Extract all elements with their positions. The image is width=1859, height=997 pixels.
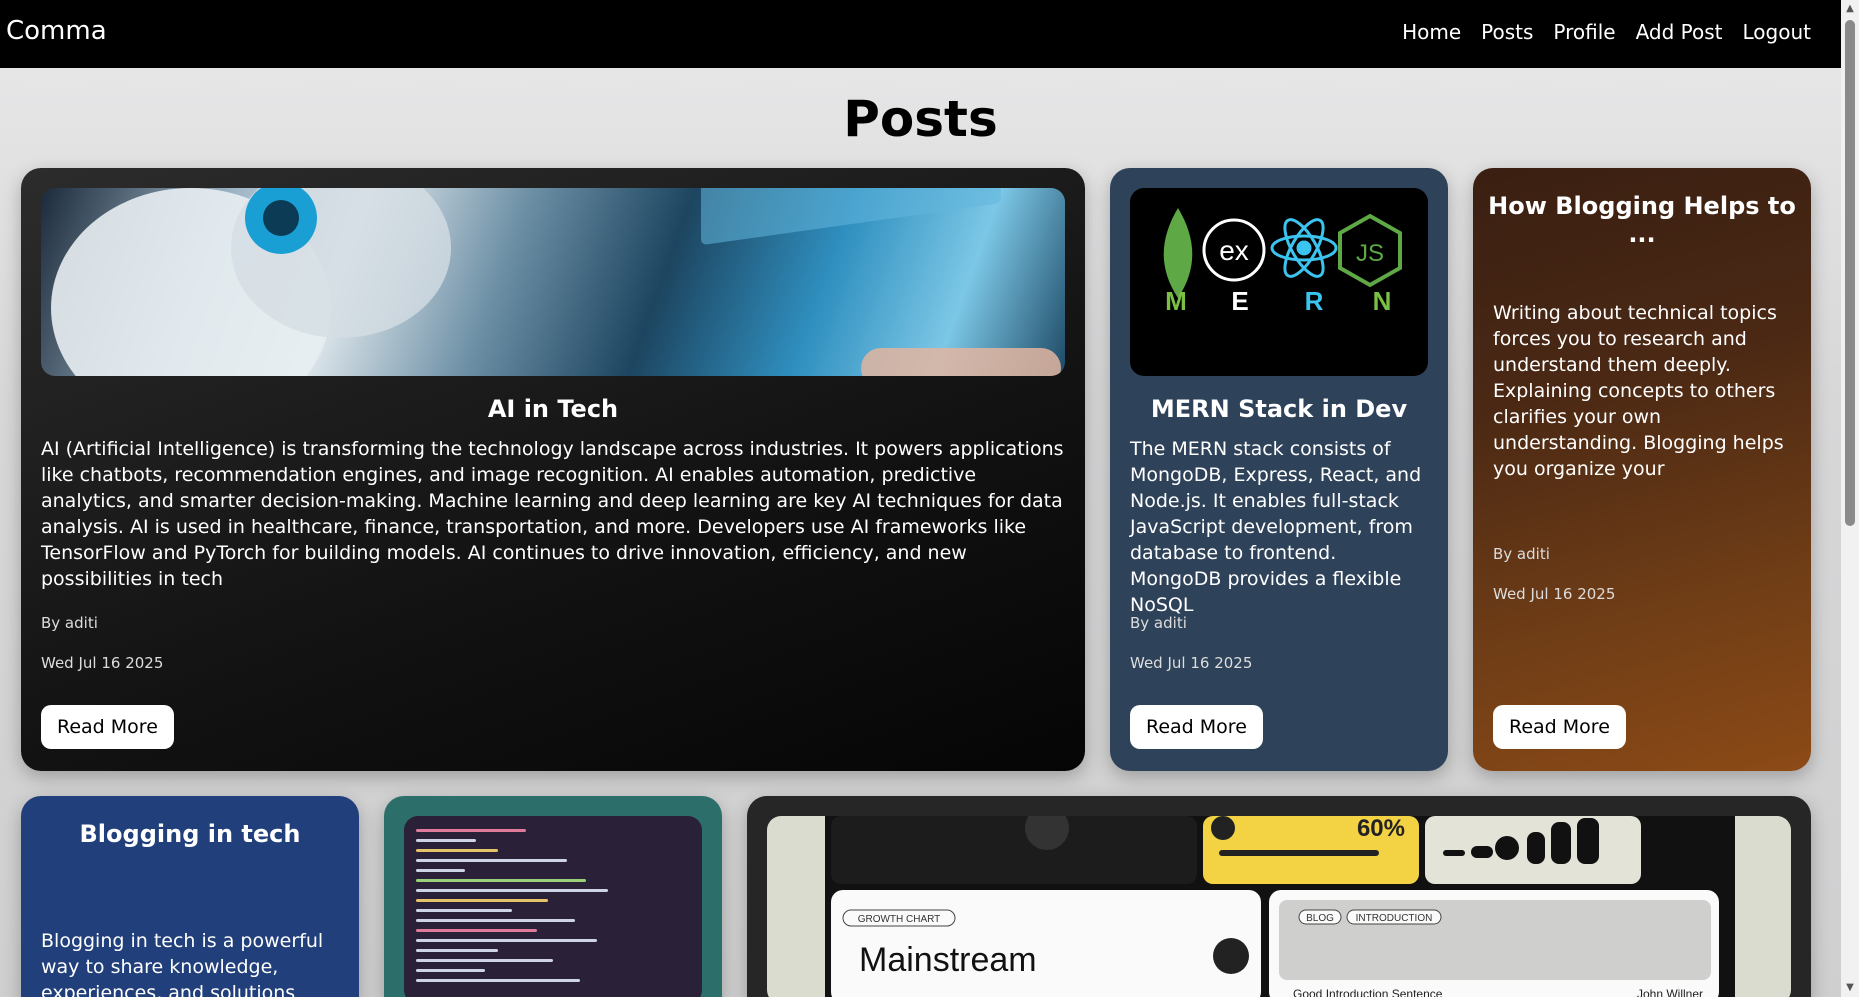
post-excerpt: The MERN stack consists of MongoDB, Expr… [1130,438,1422,616]
svg-text:John Willner: John Willner [1637,987,1703,997]
express-label: ex [1219,235,1249,266]
post-author: By aditi [1493,545,1550,563]
post-image [41,188,1065,376]
post-title: MERN Stack in Dev [1150,395,1408,423]
scrollbar-thumb[interactable] [1845,20,1855,526]
svg-text:Mainstream: Mainstream [859,941,1037,979]
post-excerpt: Blogging in tech is a powerful way to sh… [41,930,324,997]
post-title: How Blogging Helps to ... [1488,192,1796,248]
nodejs-label: JS [1356,240,1384,267]
post-image [404,816,702,997]
read-more-button[interactable]: Read More [1130,705,1263,749]
post-excerpt: AI (Artificial Intelligence) is transfor… [41,438,1064,590]
post-date: Wed Jul 16 2025 [1130,654,1253,672]
post-excerpt: Writing about technical topics forces yo… [1493,302,1784,480]
post-card: ex JS M E R N MERN Stack in Dev The MERN… [1110,168,1448,771]
post-image: 60% GROWTH CHART Mainstream BLOG INTRODU… [767,816,1791,997]
dashboard-illustration: 60% GROWTH CHART Mainstream BLOG INTRODU… [825,816,1735,997]
post-card: AI in Tech AI (Artificial Intelligence) … [21,168,1085,771]
svg-text:N: N [1373,286,1392,316]
post-card: Blogging in tech Blogging in tech is a p… [21,796,359,997]
post-date: Wed Jul 16 2025 [1493,585,1616,603]
mern-logo-illustration: ex JS M E R N [1163,208,1402,316]
react-icon [1270,218,1338,278]
nav-home-link[interactable]: Home [1402,20,1461,44]
post-card: 60% GROWTH CHART Mainstream BLOG INTRODU… [747,796,1811,997]
svg-text:GROWTH CHART: GROWTH CHART [858,914,941,925]
svg-text:60%: 60% [1357,816,1405,842]
post-date: Wed Jul 16 2025 [41,654,164,672]
nav-add-post-link[interactable]: Add Post [1636,20,1723,44]
post-card [384,796,722,997]
read-more-button[interactable]: Read More [41,705,174,749]
brand-logo[interactable]: Comma [6,16,107,46]
scroll-up-icon[interactable]: ▲ [1841,0,1859,18]
read-more-button[interactable]: Read More [1493,705,1626,749]
mongodb-leaf-icon [1163,208,1193,298]
robot-hand-illustration [51,188,1061,376]
post-card: How Blogging Helps to ... Writing about … [1473,168,1811,771]
page-title: Posts [843,90,998,148]
nav-logout-link[interactable]: Logout [1743,20,1811,44]
post-author: By aditi [41,614,98,632]
post-title: AI in Tech [487,395,619,423]
code-editor-illustration [416,822,690,982]
svg-text:M: M [1165,286,1187,316]
svg-text:Good Introduction Sentence: Good Introduction Sentence [1293,987,1443,997]
navbar: Comma Home Posts Profile Add Post Logout [0,0,1841,68]
svg-text:BLOG: BLOG [1306,913,1334,924]
nav-links: Home Posts Profile Add Post Logout [1402,20,1811,44]
svg-text:INTRODUCTION: INTRODUCTION [1356,913,1433,924]
nav-posts-link[interactable]: Posts [1481,20,1533,44]
post-image: ex JS M E R N [1130,188,1428,376]
page-scrollbar[interactable]: ▲ ▼ [1841,0,1859,997]
post-author: By aditi [1130,614,1187,632]
svg-text:R: R [1305,286,1324,316]
scroll-down-icon[interactable]: ▼ [1841,979,1859,997]
post-title: Blogging in tech [79,820,301,848]
nav-profile-link[interactable]: Profile [1553,20,1615,44]
svg-text:E: E [1231,286,1248,316]
